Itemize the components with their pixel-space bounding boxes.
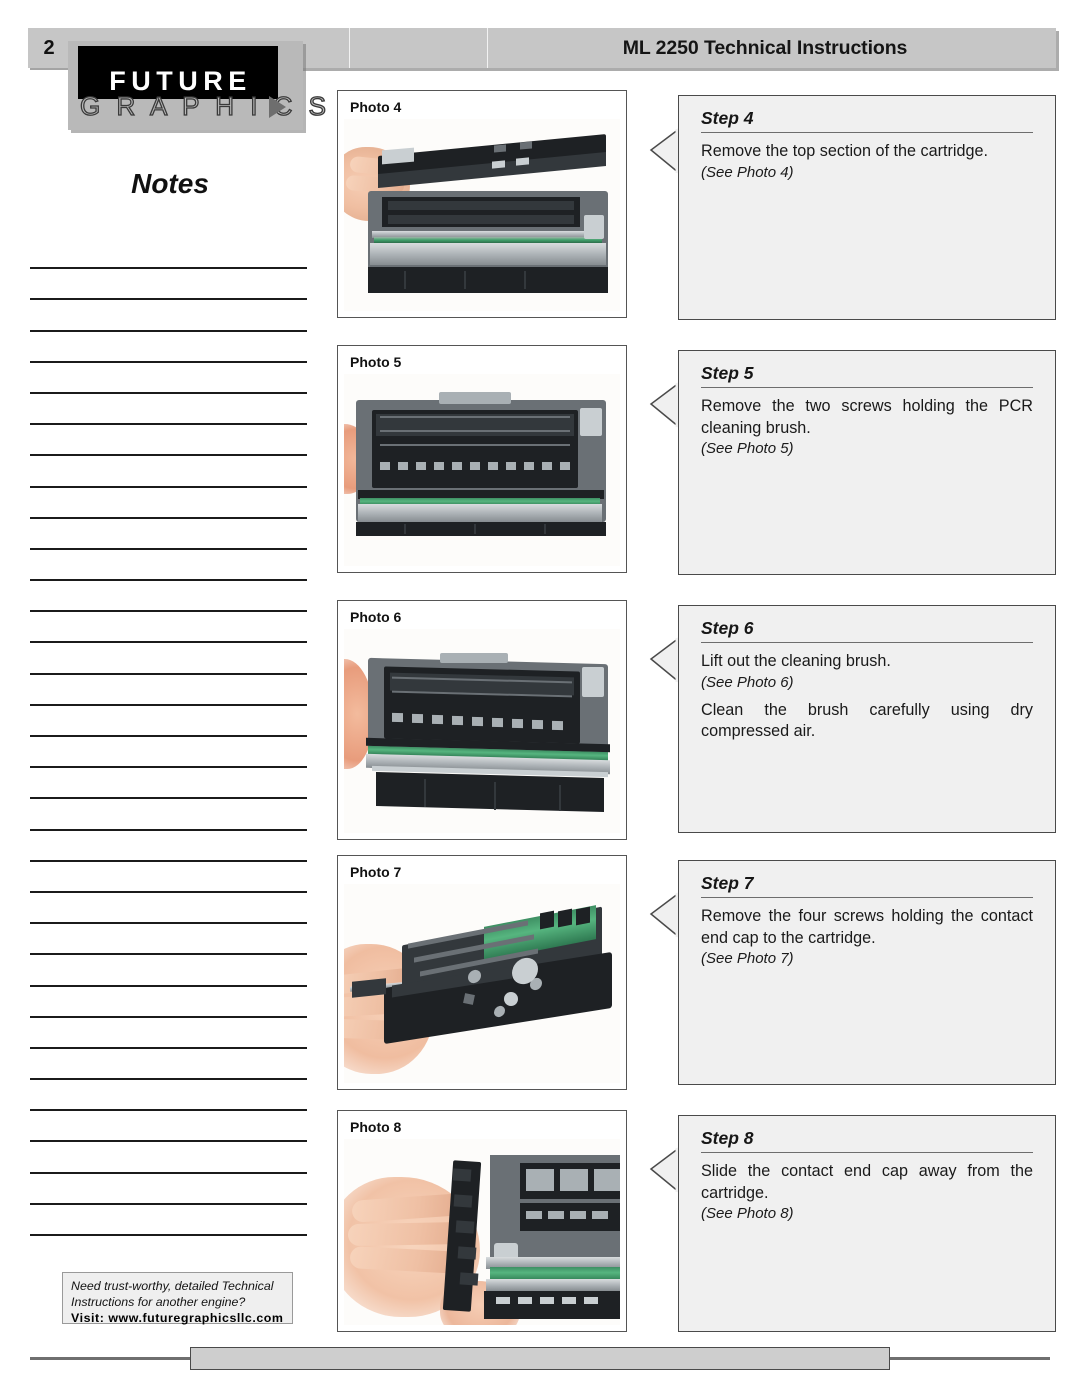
page-number-tab: 2 — [28, 28, 71, 68]
note-line — [30, 1080, 307, 1112]
note-line — [30, 737, 307, 769]
note-line — [30, 1174, 307, 1205]
note-line — [30, 893, 307, 925]
note-line — [30, 269, 307, 301]
step-title: Step 4 — [701, 108, 1033, 133]
photo-label: Photo 6 — [350, 609, 402, 625]
step-box-6: Step 6 Lift out the cleaning brush. (See… — [678, 605, 1056, 833]
document-title: ML 2250 Technical Instructions — [622, 36, 908, 59]
note-line — [30, 768, 307, 800]
photo-box-8: Photo 8 — [337, 1110, 627, 1332]
photo-box-6: Photo 6 — [337, 600, 627, 840]
step-box-5: Step 5 Remove the two screws holding the… — [678, 350, 1056, 575]
note-line — [30, 675, 307, 706]
note-line — [30, 1111, 307, 1143]
notes-ruled-lines — [30, 238, 307, 1236]
promo-website-link[interactable]: Visit: www.futuregraphicsllc.com — [71, 1310, 284, 1326]
photo-label: Photo 4 — [350, 99, 402, 115]
photo-image-4 — [344, 119, 620, 311]
step-title: Step 8 — [701, 1128, 1033, 1153]
note-line — [30, 706, 307, 737]
note-line — [30, 1018, 307, 1049]
photo-label: Photo 5 — [350, 354, 402, 370]
note-line — [30, 955, 307, 987]
step-pointer-6 — [646, 637, 680, 693]
note-line — [30, 300, 307, 332]
promo-box: Need trust-worthy, detailed Technical In… — [62, 1272, 293, 1326]
notes-heading: Notes — [131, 168, 209, 199]
future-graphics-logo: FUTURE G R A P H I C S — [68, 41, 331, 130]
step-box-8: Step 8 Slide the contact end cap away fr… — [678, 1115, 1056, 1332]
photo-image-6 — [344, 629, 620, 833]
note-line — [30, 987, 307, 1018]
note-line — [30, 924, 307, 956]
logo-wordmark-graphics: G R A P H I C S — [79, 90, 331, 121]
step-pointer-5 — [646, 382, 680, 438]
photo-box-7: Photo 7 — [337, 855, 627, 1090]
note-line — [30, 1049, 307, 1081]
photo-label: Photo 8 — [350, 1119, 402, 1135]
step-see-photo: (See Photo 7) — [701, 950, 794, 967]
note-line — [30, 394, 307, 426]
note-line — [30, 643, 307, 675]
step-body: Remove the four screws holding the conta… — [701, 907, 1033, 947]
note-line — [30, 238, 307, 270]
note-line — [30, 831, 307, 862]
step-pointer-4 — [646, 128, 680, 184]
note-line — [30, 862, 307, 893]
step-body: Remove the two screws holding the PCR cl… — [701, 397, 1033, 437]
step-see-photo: (See Photo 4) — [701, 163, 794, 181]
note-line — [30, 363, 307, 394]
promo-line-1: Need trust-worthy, detailed Technical — [71, 1279, 274, 1293]
step-see-photo: (See Photo 5) — [701, 440, 794, 457]
note-line — [30, 799, 307, 831]
step-title: Step 7 — [701, 873, 1033, 898]
photo-image-7 — [344, 884, 620, 1083]
note-line — [30, 550, 307, 582]
step-box-7: Step 7 Remove the four screws holding th… — [678, 860, 1056, 1085]
note-line — [30, 581, 307, 613]
logo-arrow-icon — [269, 96, 286, 118]
note-line — [30, 612, 307, 644]
step-body: Lift out the cleaning brush. — [701, 652, 891, 670]
step-title: Step 6 — [701, 618, 1033, 643]
header-segment-middle — [350, 28, 488, 68]
note-line — [30, 332, 307, 363]
photo-image-5 — [344, 374, 620, 566]
step-body: Remove the top section of the cartridge. — [701, 142, 989, 160]
step-title: Step 5 — [701, 363, 1033, 388]
step-pointer-7 — [646, 892, 680, 948]
photo-box-5: Photo 5 — [337, 345, 627, 573]
step-see-photo: (See Photo 8) — [701, 1205, 794, 1222]
promo-line-2: Instructions for another engine? — [71, 1294, 246, 1309]
header-segment-title: ML 2250 Technical Instructions — [488, 28, 1056, 68]
note-line — [30, 1142, 307, 1174]
step-extra-body: Clean the brush carefully using dry comp… — [701, 700, 1033, 741]
step-body: Slide the contact end cap away from the … — [701, 1162, 1033, 1202]
footer-center-block — [190, 1347, 890, 1370]
note-line — [30, 488, 307, 519]
note-line — [30, 519, 307, 550]
photo-box-4: Photo 4 — [337, 90, 627, 318]
step-pointer-8 — [646, 1147, 680, 1203]
photo-label: Photo 7 — [350, 864, 402, 880]
photo-image-8 — [344, 1139, 620, 1325]
note-line — [30, 1205, 307, 1236]
note-line — [30, 425, 307, 457]
step-see-photo: (See Photo 6) — [701, 673, 794, 691]
step-box-4: Step 4 Remove the top section of the car… — [678, 95, 1056, 320]
note-line — [30, 456, 307, 488]
